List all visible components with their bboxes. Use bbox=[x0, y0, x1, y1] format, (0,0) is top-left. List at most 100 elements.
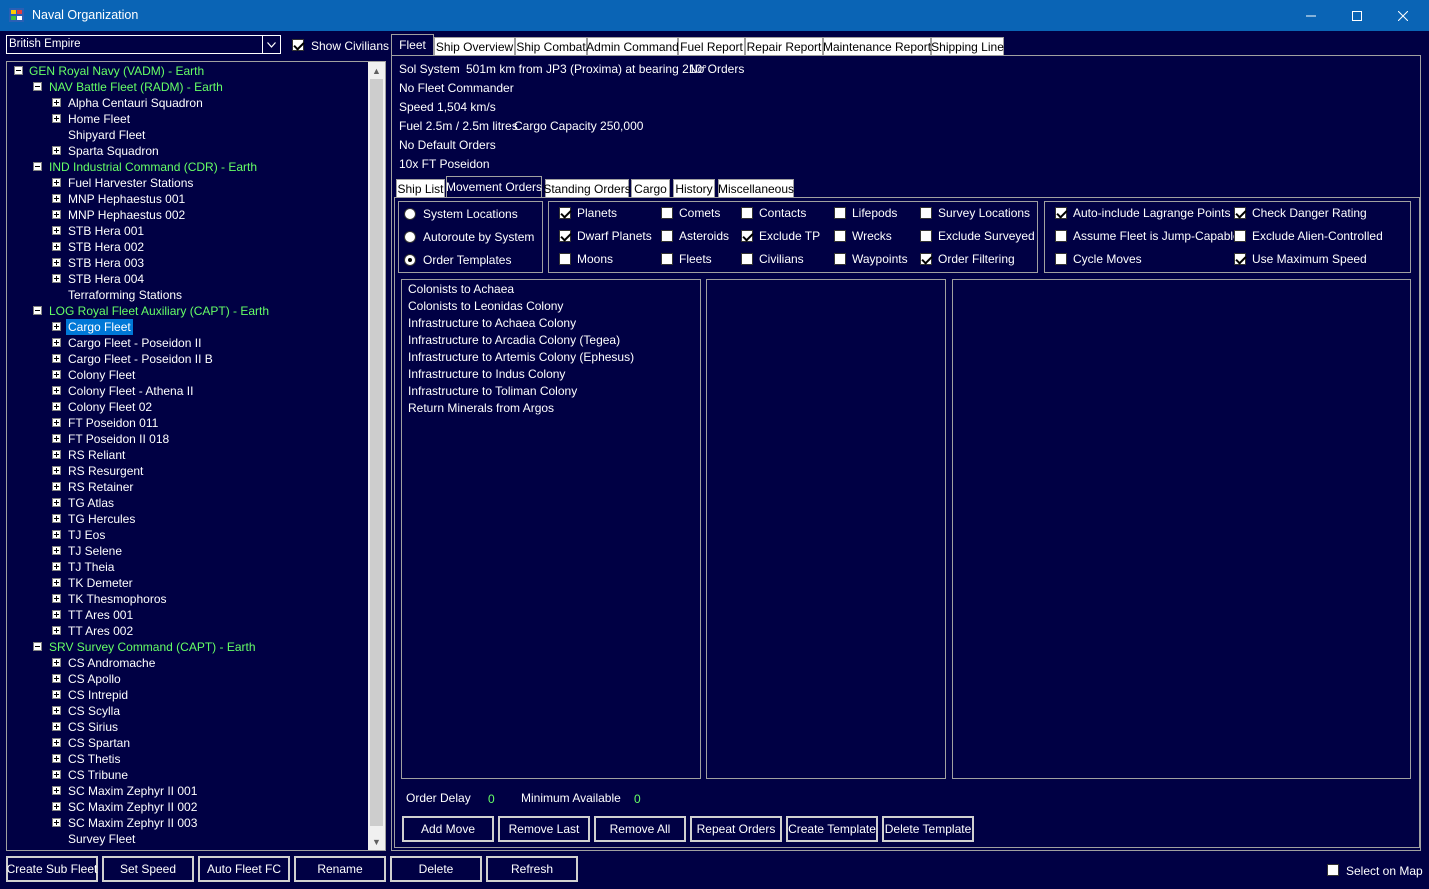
tree-node[interactable]: CS Spartan bbox=[7, 735, 367, 751]
expand-icon[interactable] bbox=[52, 626, 61, 635]
expand-icon[interactable] bbox=[52, 754, 61, 763]
tree-node[interactable]: RS Reliant bbox=[7, 447, 367, 463]
minimum-available-value[interactable]: 0 bbox=[634, 792, 641, 806]
collapse-icon[interactable] bbox=[33, 82, 42, 91]
tree-node[interactable]: SC Maxim Zephyr II 003 bbox=[7, 815, 367, 831]
fleets-checkbox[interactable] bbox=[661, 253, 673, 265]
collapse-icon[interactable] bbox=[33, 642, 42, 651]
expand-icon[interactable] bbox=[52, 466, 61, 475]
list-item[interactable]: Colonists to Leonidas Colony bbox=[408, 299, 563, 313]
tree-node[interactable]: Terraforming Stations bbox=[7, 287, 367, 303]
tab-ship-combat[interactable]: Ship Combat bbox=[515, 37, 587, 56]
tree-node[interactable]: STB Hera 003 bbox=[7, 255, 367, 271]
contacts-checkbox[interactable] bbox=[741, 207, 753, 219]
comets-checkbox[interactable] bbox=[661, 207, 673, 219]
subtab-movement-orders[interactable]: Movement Orders bbox=[446, 176, 542, 197]
list-item[interactable]: Infrastructure to Toliman Colony bbox=[408, 384, 577, 398]
expand-icon[interactable] bbox=[52, 450, 61, 459]
auto-fleet-fc-button[interactable]: Auto Fleet FC bbox=[198, 856, 290, 882]
tree-node[interactable]: Cargo Fleet bbox=[7, 319, 367, 335]
close-button[interactable] bbox=[1380, 0, 1426, 31]
tab-fuel-report[interactable]: Fuel Report bbox=[678, 37, 745, 56]
check-danger-rating-checkbox[interactable] bbox=[1234, 207, 1246, 219]
tab-repair-report[interactable]: Repair Report bbox=[745, 37, 823, 56]
subtab-history[interactable]: History bbox=[673, 179, 715, 198]
tree-node[interactable]: IND Industrial Command (CDR) - Earth bbox=[7, 159, 367, 175]
add-move-button[interactable]: Add Move bbox=[402, 816, 494, 842]
expand-icon[interactable] bbox=[52, 370, 61, 379]
tree-node[interactable]: TK Demeter bbox=[7, 575, 367, 591]
expand-icon[interactable] bbox=[52, 114, 61, 123]
maximize-button[interactable] bbox=[1334, 0, 1380, 31]
tree-node[interactable]: STB Hera 002 bbox=[7, 239, 367, 255]
expand-icon[interactable] bbox=[52, 706, 61, 715]
expand-icon[interactable] bbox=[52, 322, 61, 331]
scroll-down-icon[interactable]: ▼ bbox=[368, 833, 385, 850]
expand-icon[interactable] bbox=[52, 434, 61, 443]
tree-scrollbar[interactable]: ▲ ▼ bbox=[368, 62, 385, 850]
expand-icon[interactable] bbox=[52, 690, 61, 699]
expand-icon[interactable] bbox=[52, 802, 61, 811]
tree-node[interactable]: TT Ares 001 bbox=[7, 607, 367, 623]
tree-node[interactable]: TG Atlas bbox=[7, 495, 367, 511]
tree-node[interactable]: CS Thetis bbox=[7, 751, 367, 767]
auto-include-lagrange-points-checkbox[interactable] bbox=[1055, 207, 1067, 219]
tab-shipping-line[interactable]: Shipping Line bbox=[931, 37, 1004, 56]
order-filtering-checkbox[interactable] bbox=[920, 253, 932, 265]
exclude-alien-controlled-checkbox[interactable] bbox=[1234, 230, 1246, 242]
waypoints-checkbox[interactable] bbox=[834, 253, 846, 265]
planets-checkbox[interactable] bbox=[559, 207, 571, 219]
expand-icon[interactable] bbox=[52, 498, 61, 507]
lifepods-checkbox[interactable] bbox=[834, 207, 846, 219]
repeat-orders-button[interactable]: Repeat Orders bbox=[690, 816, 782, 842]
set-speed-button[interactable]: Set Speed bbox=[102, 856, 194, 882]
tree-node[interactable]: Sparta Squadron bbox=[7, 143, 367, 159]
list-item[interactable]: Infrastructure to Achaea Colony bbox=[408, 316, 576, 330]
expand-icon[interactable] bbox=[52, 738, 61, 747]
tree-node[interactable]: CS Sirius bbox=[7, 719, 367, 735]
expand-icon[interactable] bbox=[52, 178, 61, 187]
tree-node[interactable]: CS Apollo bbox=[7, 671, 367, 687]
expand-icon[interactable] bbox=[52, 418, 61, 427]
expand-icon[interactable] bbox=[52, 770, 61, 779]
moons-checkbox[interactable] bbox=[559, 253, 571, 265]
show-civilians-checkbox[interactable] bbox=[292, 39, 304, 51]
list-item[interactable]: Return Minerals from Argos bbox=[408, 401, 554, 415]
tree-node[interactable]: FT Poseidon II 018 bbox=[7, 431, 367, 447]
list-item[interactable]: Infrastructure to Arcadia Colony (Tegea) bbox=[408, 333, 620, 347]
tree-node[interactable]: CS Scylla bbox=[7, 703, 367, 719]
expand-icon[interactable] bbox=[52, 482, 61, 491]
tree-node[interactable]: LOG Royal Fleet Auxiliary (CAPT) - Earth bbox=[7, 303, 367, 319]
tab-fleet[interactable]: Fleet bbox=[391, 34, 434, 55]
chevron-down-icon[interactable] bbox=[262, 36, 280, 53]
create-template-button[interactable]: Create Template bbox=[786, 816, 878, 842]
tree-node[interactable]: GEN Royal Navy (VADM) - Earth bbox=[7, 63, 367, 79]
expand-icon[interactable] bbox=[52, 546, 61, 555]
order-templates-radio[interactable] bbox=[404, 254, 416, 266]
tree-node[interactable]: TT Ares 002 bbox=[7, 623, 367, 639]
scrollbar-thumb[interactable] bbox=[370, 79, 383, 826]
expand-icon[interactable] bbox=[52, 194, 61, 203]
list-item[interactable]: Colonists to Achaea bbox=[408, 282, 514, 296]
delete-button[interactable]: Delete bbox=[390, 856, 482, 882]
minimize-button[interactable] bbox=[1288, 0, 1334, 31]
expand-icon[interactable] bbox=[52, 386, 61, 395]
tree-node[interactable]: Shipyard Fleet bbox=[7, 127, 367, 143]
exclude-tp-checkbox[interactable] bbox=[741, 230, 753, 242]
tree-node[interactable]: SRV Survey Command (CAPT) - Earth bbox=[7, 639, 367, 655]
expand-icon[interactable] bbox=[52, 514, 61, 523]
tree-node[interactable]: CS Tribune bbox=[7, 767, 367, 783]
subtab-miscellaneous[interactable]: Miscellaneous bbox=[718, 179, 794, 198]
civilians-checkbox[interactable] bbox=[741, 253, 753, 265]
asteroids-checkbox[interactable] bbox=[661, 230, 673, 242]
tree-node[interactable]: CS Andromache bbox=[7, 655, 367, 671]
tree-node[interactable]: Alpha Centauri Squadron bbox=[7, 95, 367, 111]
tree-node[interactable]: NAV Battle Fleet (RADM) - Earth bbox=[7, 79, 367, 95]
expand-icon[interactable] bbox=[52, 674, 61, 683]
survey-locations-checkbox[interactable] bbox=[920, 207, 932, 219]
delete-template-button[interactable]: Delete Template bbox=[882, 816, 974, 842]
order-templates-list[interactable]: Colonists to Achaea Colonists to Leonidas… bbox=[401, 279, 701, 779]
expand-icon[interactable] bbox=[52, 354, 61, 363]
expand-icon[interactable] bbox=[52, 818, 61, 827]
remove-last-button[interactable]: Remove Last bbox=[498, 816, 590, 842]
